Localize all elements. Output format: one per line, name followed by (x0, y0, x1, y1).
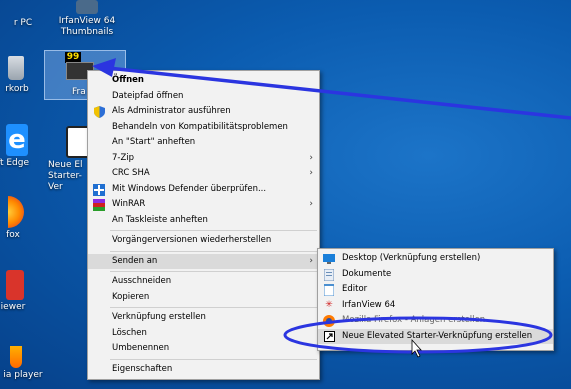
annotation-arrow (92, 58, 571, 120)
mouse-cursor-icon (411, 338, 422, 358)
annotation-overlay (92, 58, 571, 358)
